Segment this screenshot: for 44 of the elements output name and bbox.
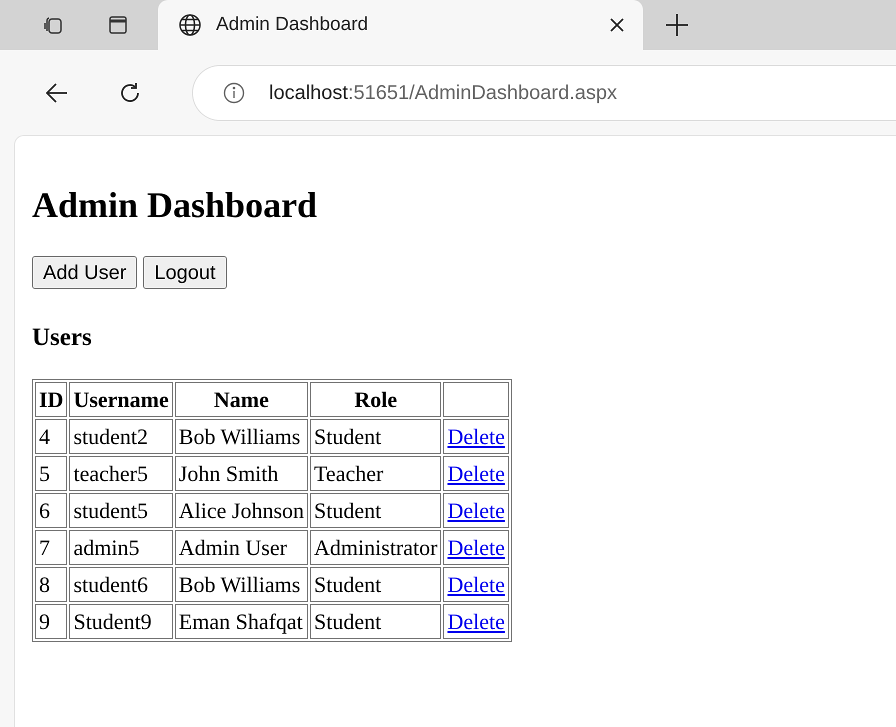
table-cell: John Smith (174, 456, 308, 491)
table-cell: 9 (35, 604, 68, 639)
sidebar-icon[interactable] (108, 15, 128, 35)
table-cell: 8 (35, 567, 68, 602)
table-cell: Teacher (310, 456, 442, 491)
column-header: Username (69, 382, 173, 417)
table-cell: Student (310, 419, 442, 454)
refresh-icon[interactable] (118, 80, 142, 104)
page-heading: Admin Dashboard (32, 184, 318, 226)
page-button[interactable]: Add User (32, 256, 138, 289)
address-bar[interactable]: localhost:51651/AdminDashboard.aspx (192, 64, 896, 120)
table-cell: admin5 (69, 530, 173, 565)
table-cell: Student (310, 604, 442, 639)
table-cell: teacher5 (69, 456, 173, 491)
new-tab-icon[interactable] (665, 13, 689, 37)
url-host: localhost (269, 82, 348, 104)
table-cell: 6 (35, 493, 68, 528)
back-icon[interactable] (46, 82, 68, 102)
info-icon[interactable] (223, 82, 245, 104)
table-cell: student2 (69, 419, 173, 454)
column-header: Name (174, 382, 308, 417)
browser-tab[interactable]: Admin Dashboard (158, 0, 643, 50)
table-cell: 5 (35, 456, 68, 491)
section-title: Users (32, 323, 92, 353)
table-cell: student6 (69, 567, 173, 602)
page-button[interactable]: Logout (143, 256, 227, 289)
table-cell: Eman Shafqat (174, 604, 308, 639)
table-cell: Student9 (69, 604, 173, 639)
close-icon[interactable] (609, 17, 625, 33)
globe-icon (178, 13, 202, 37)
table-cell: Admin User (174, 530, 308, 565)
table-cell: 7 (35, 530, 68, 565)
table-cell: Administrator (310, 530, 442, 565)
column-header: ID (35, 382, 68, 417)
table-cell: Student (310, 567, 442, 602)
column-header: Role (310, 382, 442, 417)
table-cell: Student (310, 493, 442, 528)
table-cell: 4 (35, 419, 68, 454)
table-cell: Alice Johnson (174, 493, 308, 528)
url-path: :51651/AdminDashboard.aspx (348, 82, 617, 104)
table-cell: Bob Williams (174, 419, 308, 454)
table-cell: Bob Williams (174, 567, 308, 602)
tab-title: Admin Dashboard (216, 12, 370, 37)
table-cell: student5 (69, 493, 173, 528)
